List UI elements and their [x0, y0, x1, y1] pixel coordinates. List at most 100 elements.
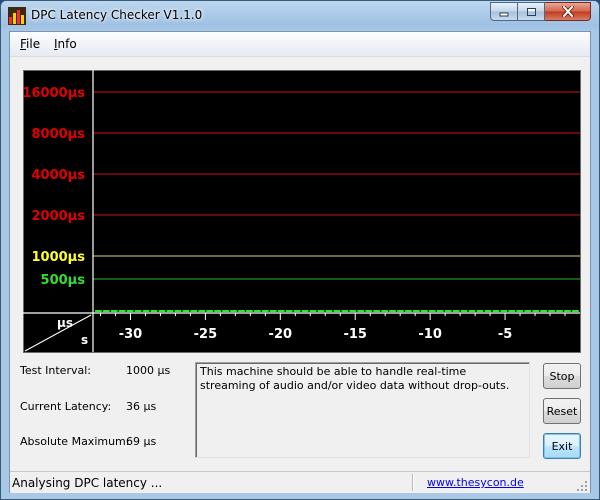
latency-bar: [222, 310, 229, 312]
y-label-1000: 1000µs: [32, 250, 86, 265]
latency-bar: [436, 310, 444, 312]
latency-bar: [118, 310, 126, 312]
menu-info[interactable]: Info: [54, 37, 77, 51]
y-label-8000: 8000µs: [32, 127, 86, 142]
menu-info-label: nfo: [57, 37, 77, 51]
latency-bar: [420, 310, 428, 312]
x-tick-label: -25: [194, 327, 218, 342]
latency-bar: [492, 310, 500, 312]
latency-bar: [269, 310, 277, 312]
menu-bar: File Info: [10, 32, 590, 57]
latency-bar: [365, 310, 373, 312]
x-tick-label: -5: [498, 327, 512, 342]
latency-bar: [373, 310, 381, 312]
application-window: DPC Latency Checker V1.1.0 File Info 160…: [0, 0, 600, 500]
latency-bar: [174, 310, 182, 312]
x-axis-unit: s: [81, 333, 88, 347]
latency-bar: [476, 310, 484, 312]
close-button[interactable]: [545, 2, 591, 21]
latency-bar: [572, 310, 579, 312]
x-tick-label: -20: [269, 327, 293, 342]
x-tick-label: -10: [418, 327, 442, 342]
current-latency-value: 36 µs: [126, 400, 157, 413]
latency-bar: [468, 310, 476, 312]
y-label-500: 500µs: [41, 273, 86, 288]
latency-chart: 16000µs 8000µs 4000µs 2000µs 1000µs 500µs µss -…: [23, 70, 581, 353]
latency-bar: [500, 310, 508, 312]
y-label-2000: 2000µs: [32, 209, 86, 224]
latency-bar: [230, 310, 237, 312]
absolute-maximum-label: Absolute Maximum:: [20, 435, 130, 448]
x-tick-label: -15: [343, 327, 367, 342]
latency-bar: [341, 310, 349, 312]
latency-bar: [508, 310, 516, 312]
status-text: Analysing DPC latency ...: [12, 476, 163, 490]
latency-bar: [293, 310, 301, 312]
status-bar: Analysing DPC latency ... www.thesycon.d…: [10, 471, 590, 493]
latency-bar: [301, 310, 309, 312]
absolute-maximum-value: 69 µs: [126, 435, 157, 448]
latency-bar: [444, 310, 452, 312]
window-title: DPC Latency Checker V1.1.0: [31, 8, 203, 22]
latency-bar: [238, 310, 245, 312]
x-tick-label: -30: [119, 327, 143, 342]
reset-button[interactable]: Reset: [543, 398, 581, 424]
menu-file[interactable]: File: [20, 37, 40, 51]
latency-bar: [532, 310, 540, 312]
latency-bar: [182, 310, 190, 312]
latency-bar: [397, 310, 404, 312]
latency-bar: [95, 310, 102, 312]
latency-bar: [254, 310, 261, 312]
latency-bar: [556, 310, 563, 312]
menu-file-label: ile: [26, 37, 41, 51]
latency-bar: [214, 310, 222, 312]
latency-bar: [285, 310, 293, 312]
latency-bar: [198, 310, 206, 312]
latency-bar: [389, 310, 396, 312]
latency-bar: [134, 310, 142, 312]
resize-grip-icon[interactable]: [576, 480, 588, 492]
latency-bar: [413, 310, 420, 312]
latency-bar: [126, 310, 134, 312]
exit-button[interactable]: Exit: [543, 433, 581, 459]
maximize-icon: [526, 7, 536, 16]
latency-bar: [460, 310, 468, 312]
client-area: File Info 16000µs 8000µs 4000µs 2000µs 1000µ…: [9, 31, 591, 493]
y-axis-unit: µs: [57, 316, 73, 330]
minimize-button[interactable]: [490, 2, 518, 21]
latency-bar: [381, 310, 388, 312]
latency-bar: [516, 310, 524, 312]
latency-bar: [452, 310, 460, 312]
result-message: This machine should be able to handle re…: [195, 362, 530, 458]
latency-bar: [150, 310, 158, 312]
latency-bar: [166, 310, 174, 312]
latency-bar: [190, 310, 198, 312]
latency-bar: [484, 310, 492, 312]
y-label-4000: 4000µs: [32, 168, 86, 183]
latency-bar: [349, 310, 357, 312]
title-bar[interactable]: DPC Latency Checker V1.1.0: [1, 1, 599, 31]
current-latency-label: Current Latency:: [20, 400, 112, 413]
y-label-16000: 16000µs: [23, 86, 85, 101]
website-link[interactable]: www.thesycon.de: [427, 476, 524, 489]
latency-bar: [277, 310, 285, 312]
latency-bar: [333, 310, 341, 312]
status-separator: [412, 474, 413, 491]
test-interval-label: Test Interval:: [20, 364, 91, 377]
latency-bar: [325, 310, 333, 312]
latency-bar: [142, 310, 150, 312]
stop-button[interactable]: Stop: [543, 363, 581, 389]
latency-bar: [309, 310, 317, 312]
latency-bar: [564, 310, 571, 312]
latency-bar: [317, 310, 325, 312]
minimize-icon: [499, 12, 509, 16]
maximize-button[interactable]: [518, 2, 545, 21]
latency-bar: [102, 310, 110, 312]
latency-bar: [405, 310, 412, 312]
latency-bar: [540, 310, 547, 312]
latency-bar: [110, 310, 118, 312]
latency-bar: [428, 310, 436, 312]
latency-bar: [261, 310, 269, 312]
test-interval-value: 1000 µs: [126, 364, 171, 377]
close-icon: [561, 6, 574, 17]
